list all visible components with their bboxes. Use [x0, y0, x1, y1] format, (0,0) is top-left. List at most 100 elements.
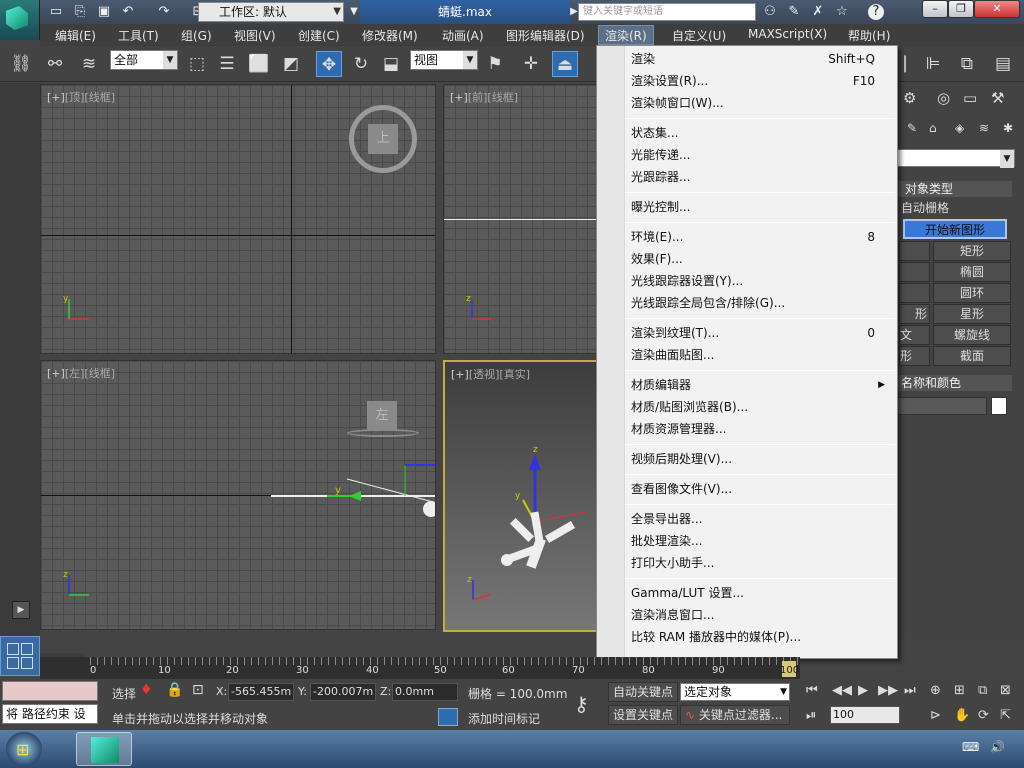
- open-file-icon[interactable]: ⎘: [72, 4, 88, 20]
- menu-edit[interactable]: 编辑(E): [55, 27, 96, 44]
- vp-view-name[interactable]: [左]: [65, 367, 85, 380]
- zoom-extents-icon[interactable]: ⧉: [978, 683, 987, 698]
- align-icon[interactable]: ⊫: [920, 51, 946, 77]
- orbit-icon[interactable]: ⟳: [978, 708, 989, 723]
- add-time-tag-button[interactable]: 添加时间标记: [468, 710, 540, 727]
- tools-icon[interactable]: ✎: [786, 4, 802, 20]
- favorite-star-icon[interactable]: ☆: [834, 4, 850, 20]
- maxscript-listener-line[interactable]: 将 路径约束 设: [2, 704, 98, 724]
- menu-item-print-size-assistant[interactable]: 打印大小助手...: [631, 553, 893, 573]
- rectangular-selection-icon[interactable]: ⬜: [246, 51, 272, 77]
- select-object-icon[interactable]: ⬚: [184, 51, 210, 77]
- viewport-left[interactable]: [+][左][线框] 左 y z: [40, 360, 436, 630]
- donut-button[interactable]: 圆环: [933, 283, 1011, 303]
- section-button[interactable]: 截面: [933, 346, 1011, 366]
- bind-space-warp-icon[interactable]: ≋: [76, 51, 102, 77]
- zoom-all-icon[interactable]: ⊞: [954, 683, 965, 698]
- window-crossing-icon[interactable]: ◩: [278, 51, 304, 77]
- menu-item-raytracer-settings[interactable]: 光线跟踪器设置(Y)...: [631, 271, 893, 291]
- volume-tray-icon[interactable]: 🔊: [990, 740, 1005, 754]
- object-name-field[interactable]: [897, 397, 987, 415]
- app-menu-button[interactable]: [0, 0, 40, 40]
- vp-menu[interactable]: [+]: [451, 368, 469, 381]
- viewcube-ring[interactable]: [347, 429, 419, 437]
- viewport-front[interactable]: [+][前][线框] z: [443, 84, 601, 354]
- menu-item-exposure-control[interactable]: 曝光控制...: [631, 197, 893, 217]
- dragonfly-model[interactable]: z y: [495, 442, 601, 572]
- set-key-button[interactable]: 设置关键点: [608, 705, 678, 725]
- lights-icon[interactable]: ✎: [907, 121, 917, 135]
- menu-item-gamma-lut-setup[interactable]: Gamma/LUT 设置...: [631, 583, 893, 603]
- layer-manager-icon[interactable]: ⧉: [954, 51, 980, 77]
- graphite-modeling-icon[interactable]: ▤: [990, 51, 1016, 77]
- space-warps-icon[interactable]: ≋: [979, 121, 989, 135]
- menu-item-raytrace-global-include-exclude[interactable]: 光线跟踪全局包含/排除(G)...: [631, 293, 893, 313]
- pivot-center-icon[interactable]: ⚑: [482, 51, 508, 77]
- vp-shading-mode[interactable]: [线框]: [487, 91, 518, 104]
- field-of-view-icon[interactable]: ⊳: [930, 708, 941, 723]
- object-color-swatch[interactable]: [991, 397, 1007, 415]
- go-to-end-icon[interactable]: ⏭: [904, 683, 916, 698]
- menu-maxscript[interactable]: MAXScript(X): [748, 27, 827, 41]
- select-by-name-icon[interactable]: ☰: [214, 51, 240, 77]
- menu-item-panorama-exporter[interactable]: 全景导出器...: [631, 509, 893, 529]
- redo-icon[interactable]: ↷: [156, 4, 172, 20]
- x-coordinate-field[interactable]: -565.455m: [228, 683, 294, 701]
- object-type-rollout[interactable]: 对象类型: [897, 181, 1012, 197]
- select-manipulate-icon[interactable]: ✛: [518, 51, 544, 77]
- rectangle-button[interactable]: 矩形: [933, 241, 1011, 261]
- ellipse-button[interactable]: 椭圆: [933, 262, 1011, 282]
- menu-item-environment[interactable]: 环境(E)... 8: [631, 227, 893, 247]
- new-file-icon[interactable]: ▭: [48, 4, 64, 20]
- reference-coordinate-dropdown[interactable]: 视图 ▼: [410, 50, 478, 70]
- menu-item-render[interactable]: 渲染 Shift+Q: [631, 49, 893, 69]
- menu-item-video-post[interactable]: 视频后期处理(V)...: [631, 449, 893, 469]
- viewcube[interactable]: 上: [368, 124, 398, 154]
- menu-item-render-message-window[interactable]: 渲染消息窗口...: [631, 605, 893, 625]
- maxscript-listener-pink[interactable]: [2, 681, 98, 701]
- vp-shading-mode[interactable]: [线框]: [84, 367, 115, 380]
- display-tab-icon[interactable]: ▭: [963, 89, 977, 107]
- selection-lock-icon[interactable]: 🔒: [166, 682, 183, 698]
- vp-menu[interactable]: [+]: [450, 91, 468, 104]
- select-and-move-icon[interactable]: ✥: [316, 51, 342, 77]
- close-button[interactable]: ✕: [974, 0, 1020, 18]
- menu-item-batch-render[interactable]: 批处理渲染...: [631, 531, 893, 551]
- x-icon[interactable]: ✗: [810, 4, 826, 20]
- restore-button[interactable]: ❐: [948, 0, 974, 18]
- viewport-layout-button[interactable]: [0, 636, 40, 676]
- vp-shading-mode[interactable]: [线框]: [84, 91, 115, 104]
- shape-button-left-3[interactable]: [899, 283, 930, 303]
- menu-item-material-editor[interactable]: 材质编辑器 ▶: [631, 375, 893, 395]
- expand-panel-button[interactable]: ▶: [12, 601, 30, 619]
- unlink-icon[interactable]: ⚯: [42, 51, 68, 77]
- helix-button[interactable]: 螺旋线: [933, 325, 1011, 345]
- select-and-scale-icon[interactable]: ⬓: [378, 51, 404, 77]
- vp-view-name[interactable]: [前]: [468, 91, 488, 104]
- vp-menu[interactable]: [+]: [47, 91, 65, 104]
- previous-frame-icon[interactable]: ◀◀: [832, 683, 852, 698]
- menu-help[interactable]: 帮助(H): [848, 27, 890, 44]
- cameras-icon[interactable]: ⌂: [929, 121, 937, 135]
- pan-view-icon[interactable]: ✋: [954, 708, 970, 723]
- help-icon[interactable]: ?: [868, 4, 884, 20]
- vp-menu[interactable]: [+]: [47, 367, 65, 380]
- shape-button-left-6[interactable]: 形: [899, 346, 930, 366]
- vp-view-name[interactable]: [透视]: [469, 368, 500, 381]
- utilities-tab-icon[interactable]: ⚒: [991, 89, 1004, 107]
- shape-button-left-5[interactable]: 文: [899, 325, 930, 345]
- time-slider-track[interactable]: 0 10 20 30 40 50 60 70 80 90 100: [40, 657, 800, 679]
- menu-views[interactable]: 视图(V): [234, 27, 276, 44]
- absolute-mode-icon[interactable]: ⊡: [192, 682, 204, 698]
- shape-button-left-1[interactable]: [899, 241, 930, 261]
- zoom-icon[interactable]: ⊕: [930, 683, 941, 698]
- menu-tools[interactable]: 工具(T): [118, 27, 159, 44]
- key-filters-button[interactable]: ∿ 关键点过滤器...: [680, 705, 790, 725]
- play-icon[interactable]: ▶: [858, 683, 868, 698]
- taskbar-3dsmax[interactable]: [76, 732, 132, 766]
- binoculars-icon[interactable]: ⚇: [762, 4, 778, 20]
- auto-grid-checkbox[interactable]: 自动栅格: [901, 199, 949, 216]
- keyboard-shortcut-override-icon[interactable]: ⏏: [552, 51, 578, 77]
- menu-item-effects[interactable]: 效果(F)...: [631, 249, 893, 269]
- menu-item-render-setup[interactable]: 渲染设置(R)... F10: [631, 71, 893, 91]
